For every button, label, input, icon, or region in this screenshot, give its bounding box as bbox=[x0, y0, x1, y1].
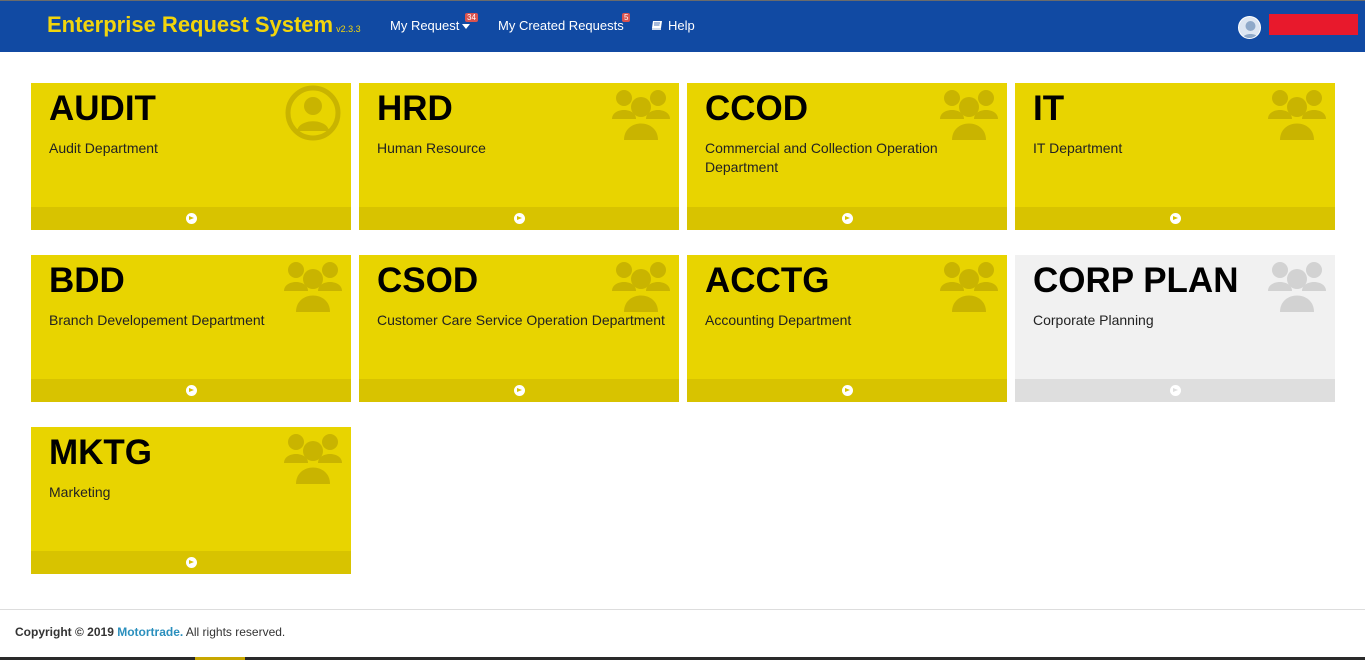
tile-code: MKTG bbox=[49, 433, 153, 472]
book-icon bbox=[652, 21, 662, 30]
tile-footer-link[interactable] bbox=[359, 379, 679, 402]
user-name-redacted[interactable] bbox=[1269, 14, 1358, 35]
arrow-circle-right-icon bbox=[1170, 213, 1181, 224]
arrow-circle-right-icon bbox=[1170, 385, 1181, 396]
tile-footer-link[interactable] bbox=[31, 207, 351, 230]
copyright-text: Copyright © 2019 Motortrade. All rights … bbox=[15, 625, 285, 639]
nav-my-created-requests-label: My Created Requests bbox=[498, 18, 624, 33]
top-navbar: Enterprise Request System v2.3.3 My Reque… bbox=[0, 0, 1365, 52]
users-icon bbox=[1268, 90, 1326, 140]
arrow-circle-right-icon bbox=[186, 385, 197, 396]
tile-csod[interactable]: CSOD Customer Care Service Operation Dep… bbox=[359, 255, 679, 402]
nav-my-request[interactable]: My Request 34 bbox=[390, 13, 478, 33]
tile-code: AUDIT bbox=[49, 89, 156, 128]
tile-description: Commercial and Collection Operation Depa… bbox=[705, 140, 938, 175]
users-icon bbox=[940, 90, 998, 140]
tile-description: Branch Developement Department bbox=[49, 312, 265, 328]
tile-description: Marketing bbox=[49, 484, 111, 500]
nav-my-request-label: My Request bbox=[390, 18, 460, 33]
tile-footer-link[interactable] bbox=[359, 207, 679, 230]
my-request-count-badge: 34 bbox=[465, 13, 478, 22]
tile-code: HRD bbox=[377, 89, 453, 128]
tile-it[interactable]: IT IT Department bbox=[1015, 83, 1335, 230]
tile-description: Human Resource bbox=[377, 140, 486, 156]
users-icon bbox=[612, 262, 670, 312]
tile-code: IT bbox=[1033, 89, 1065, 128]
users-icon bbox=[612, 90, 670, 140]
app-title: Enterprise Request System bbox=[47, 12, 334, 37]
tile-description: Audit Department bbox=[49, 140, 158, 156]
nav-help[interactable]: Help bbox=[651, 18, 695, 33]
users-icon bbox=[284, 434, 342, 484]
app-brand[interactable]: Enterprise Request System v2.3.3 bbox=[47, 12, 361, 38]
user-icon bbox=[1242, 21, 1259, 38]
tile-acctg[interactable]: ACCTG Accounting Department bbox=[687, 255, 1007, 402]
nav-help-label: Help bbox=[668, 18, 695, 33]
arrow-circle-right-icon bbox=[842, 385, 853, 396]
page-footer: Copyright © 2019 Motortrade. All rights … bbox=[0, 609, 1365, 660]
tile-description: IT Department bbox=[1033, 140, 1123, 156]
tile-description: Customer Care Service Operation Departme… bbox=[377, 312, 665, 328]
tile-corp-plan[interactable]: CORP PLAN Corporate Planning bbox=[1015, 255, 1335, 402]
user-avatar[interactable] bbox=[1238, 16, 1261, 39]
users-icon bbox=[284, 262, 342, 312]
arrow-circle-right-icon bbox=[186, 557, 197, 568]
nav-my-created-requests[interactable]: My Created Requests 5 bbox=[498, 13, 631, 33]
tile-footer-link[interactable] bbox=[687, 379, 1007, 402]
arrow-circle-right-icon bbox=[186, 213, 197, 224]
users-icon bbox=[1268, 262, 1326, 312]
tile-code: BDD bbox=[49, 261, 125, 300]
created-requests-count-badge: 5 bbox=[622, 13, 631, 22]
app-version: v2.3.3 bbox=[336, 24, 361, 34]
tile-ccod[interactable]: CCOD Commercial and Collection Operation… bbox=[687, 83, 1007, 230]
arrow-circle-right-icon bbox=[514, 213, 525, 224]
tile-footer-link[interactable] bbox=[31, 379, 351, 402]
tile-bdd[interactable]: BDD Branch Developement Department bbox=[31, 255, 351, 402]
users-icon bbox=[940, 262, 998, 312]
arrow-circle-right-icon bbox=[514, 385, 525, 396]
tile-audit[interactable]: AUDIT Audit Department bbox=[31, 83, 351, 230]
tile-code: CSOD bbox=[377, 261, 479, 300]
tile-footer-link[interactable] bbox=[687, 207, 1007, 230]
tile-footer-link[interactable] bbox=[1015, 379, 1335, 402]
tile-hrd[interactable]: HRD Human Resource bbox=[359, 83, 679, 230]
arrow-circle-right-icon bbox=[842, 213, 853, 224]
user-circle-icon bbox=[285, 85, 341, 141]
tile-code: CORP PLAN bbox=[1033, 261, 1239, 300]
tile-description: Corporate Planning bbox=[1033, 312, 1154, 328]
tile-footer-link[interactable] bbox=[1015, 207, 1335, 230]
tile-code: ACCTG bbox=[705, 261, 830, 300]
tile-footer-link[interactable] bbox=[31, 551, 351, 574]
copyright-prefix: Copyright © 2019 bbox=[15, 625, 114, 639]
tile-mktg[interactable]: MKTG Marketing bbox=[31, 427, 351, 574]
tile-code: CCOD bbox=[705, 89, 809, 128]
tile-description: Accounting Department bbox=[705, 312, 852, 328]
copyright-suffix: All rights reserved. bbox=[185, 625, 286, 639]
company-link[interactable]: Motortrade. bbox=[117, 625, 183, 639]
caret-down-icon bbox=[462, 24, 471, 30]
